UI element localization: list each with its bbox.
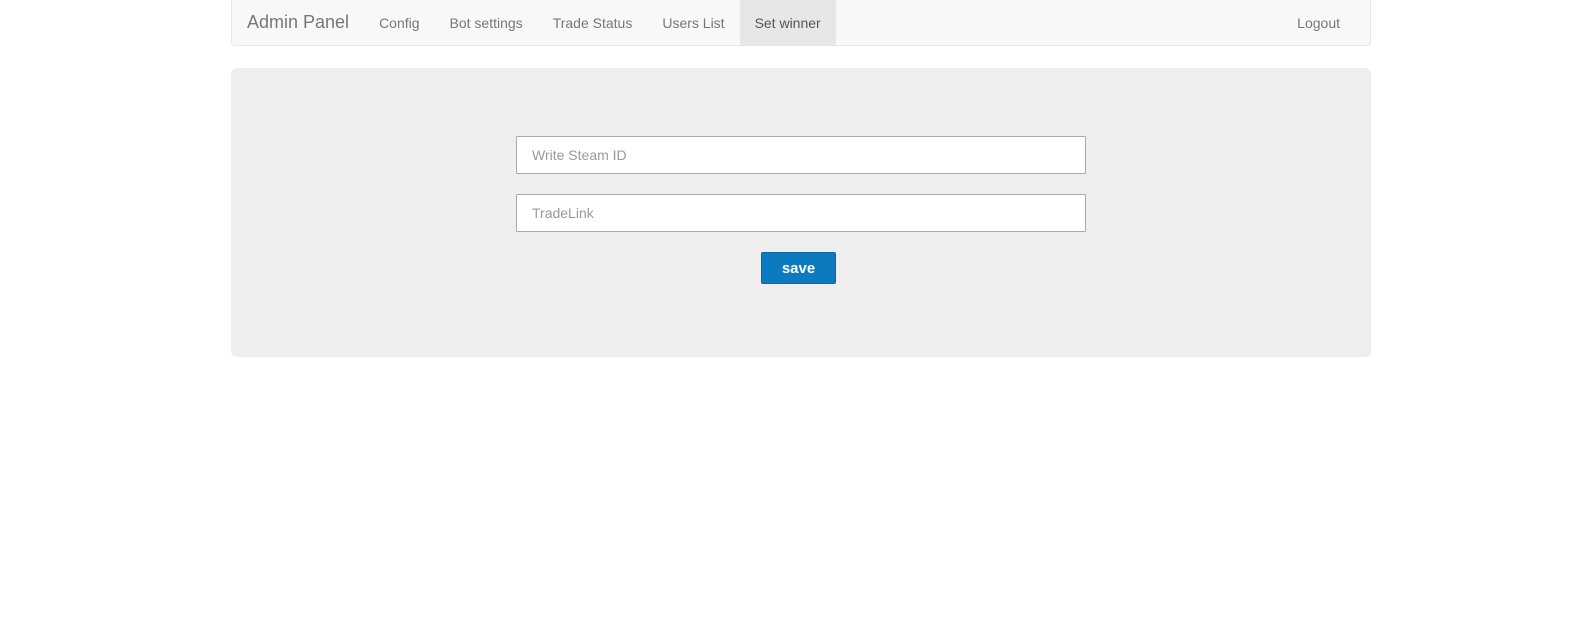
set-winner-panel: save (231, 68, 1371, 357)
page-container: Admin Panel Config Bot settings Trade St… (231, 0, 1371, 357)
nav-item-trade-status[interactable]: Trade Status (538, 0, 648, 45)
trade-link-input[interactable] (516, 194, 1086, 232)
brand-link[interactable]: Admin Panel (232, 0, 364, 44)
logout-link[interactable]: Logout (1282, 0, 1355, 45)
steam-id-input[interactable] (516, 136, 1086, 174)
nav-item-users-list[interactable]: Users List (647, 0, 739, 45)
nav-menu: Config Bot settings Trade Status Users L… (364, 0, 836, 45)
nav-item-config[interactable]: Config (364, 0, 434, 45)
nav-item-bot-settings[interactable]: Bot settings (435, 0, 538, 45)
save-button[interactable]: save (761, 252, 836, 284)
top-navbar: Admin Panel Config Bot settings Trade St… (231, 0, 1371, 46)
nav-item-set-winner[interactable]: Set winner (739, 0, 836, 45)
